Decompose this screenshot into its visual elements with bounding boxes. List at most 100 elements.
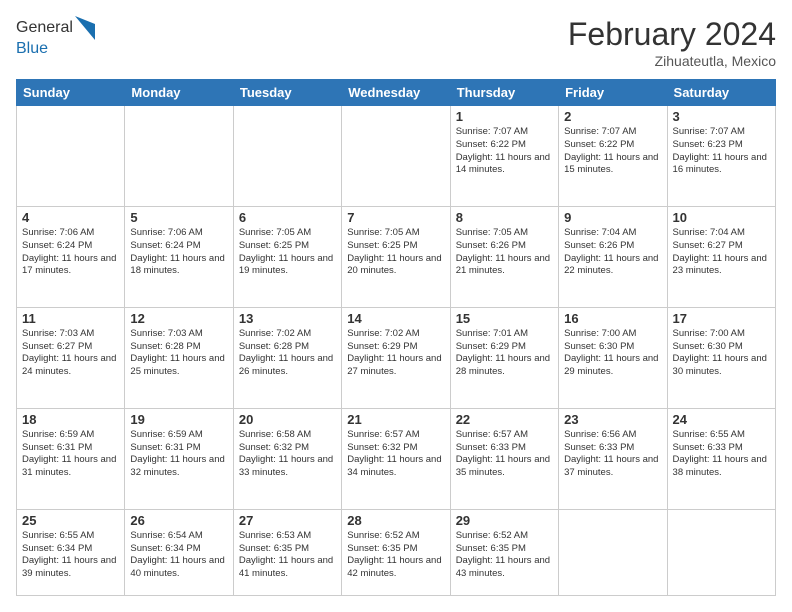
day-header-friday: Friday [559, 80, 667, 106]
day-number: 17 [673, 311, 770, 326]
day-info: Sunrise: 7:01 AM Sunset: 6:29 PM Dayligh… [456, 328, 553, 379]
logo-icon [75, 16, 95, 40]
day-number: 3 [673, 109, 770, 124]
day-number: 23 [564, 412, 661, 427]
calendar-cell: 9Sunrise: 7:04 AM Sunset: 6:26 PM Daylig… [559, 206, 667, 307]
day-number: 21 [347, 412, 444, 427]
day-info: Sunrise: 7:03 AM Sunset: 6:28 PM Dayligh… [130, 328, 227, 379]
calendar-cell: 14 Sunrise: 7:02 AM Sunset: 6:29 PM Dayli… [342, 307, 450, 408]
day-number: 5 [130, 210, 227, 225]
day-number: 15 [456, 311, 553, 326]
calendar-cell: 27 Sunrise: 6:53 AM Sunset: 6:35 PM Dayli… [233, 509, 341, 595]
day-info: Sunrise: 7:00 AM Sunset: 6:30 PM Dayligh… [673, 328, 770, 379]
day-info: Sunrise: 7:04 AM Sunset: 6:27 PM Dayligh… [673, 227, 770, 278]
day-number: 26 [130, 513, 227, 528]
logo: General Blue [16, 16, 95, 58]
day-header-tuesday: Tuesday [233, 80, 341, 106]
title-block: February 2024 Zihuateutla, Mexico [568, 16, 776, 69]
calendar-cell: 4 Sunrise: 7:06 AM Sunset: 6:24 PM Daylig… [17, 206, 125, 307]
day-info: Sunrise: 7:02 AM Sunset: 6:28 PM Dayligh… [239, 328, 336, 379]
calendar-cell: 7Sunrise: 7:05 AM Sunset: 6:25 PM Daylig… [342, 206, 450, 307]
week-row-1: 4 Sunrise: 7:06 AM Sunset: 6:24 PM Daylig… [17, 206, 776, 307]
calendar-cell: 11 Sunrise: 7:03 AM Sunset: 6:27 PM Dayli… [17, 307, 125, 408]
day-info: Sunrise: 7:05 AM Sunset: 6:25 PM Dayligh… [239, 227, 336, 278]
calendar-cell: 18Sunrise: 6:59 AM Sunset: 6:31 PM Dayli… [17, 408, 125, 509]
day-number: 29 [456, 513, 553, 528]
day-info: Sunrise: 6:53 AM Sunset: 6:35 PM Dayligh… [239, 530, 336, 581]
calendar-cell: 23 Sunrise: 6:56 AM Sunset: 6:33 PM Dayli… [559, 408, 667, 509]
day-info: Sunrise: 6:57 AM Sunset: 6:32 PM Dayligh… [347, 429, 444, 480]
day-number: 1 [456, 109, 553, 124]
day-info: Sunrise: 6:54 AM Sunset: 6:34 PM Dayligh… [130, 530, 227, 581]
day-number: 16 [564, 311, 661, 326]
day-info: Sunrise: 7:06 AM Sunset: 6:24 PM Dayligh… [130, 227, 227, 278]
week-row-3: 18Sunrise: 6:59 AM Sunset: 6:31 PM Dayli… [17, 408, 776, 509]
calendar-cell [667, 509, 775, 595]
week-row-0: 1 Sunrise: 7:07 AM Sunset: 6:22 PM Daylig… [17, 106, 776, 207]
header: General Blue February 2024 Zihuateutla, … [16, 16, 776, 69]
day-number: 22 [456, 412, 553, 427]
day-number: 27 [239, 513, 336, 528]
day-number: 28 [347, 513, 444, 528]
month-year: February 2024 [568, 16, 776, 53]
day-info: Sunrise: 7:02 AM Sunset: 6:29 PM Dayligh… [347, 328, 444, 379]
day-info: Sunrise: 7:05 AM Sunset: 6:26 PM Dayligh… [456, 227, 553, 278]
calendar-cell: 17 Sunrise: 7:00 AM Sunset: 6:30 PM Dayli… [667, 307, 775, 408]
calendar-cell [233, 106, 341, 207]
calendar-cell: 21 Sunrise: 6:57 AM Sunset: 6:32 PM Dayli… [342, 408, 450, 509]
day-info: Sunrise: 7:03 AM Sunset: 6:27 PM Dayligh… [22, 328, 119, 379]
day-info: Sunrise: 6:58 AM Sunset: 6:32 PM Dayligh… [239, 429, 336, 480]
calendar-cell: 12 Sunrise: 7:03 AM Sunset: 6:28 PM Dayli… [125, 307, 233, 408]
calendar-table: SundayMondayTuesdayWednesdayThursdayFrid… [16, 79, 776, 596]
week-row-4: 25 Sunrise: 6:55 AM Sunset: 6:34 PM Dayli… [17, 509, 776, 595]
week-row-2: 11 Sunrise: 7:03 AM Sunset: 6:27 PM Dayli… [17, 307, 776, 408]
location: Zihuateutla, Mexico [568, 53, 776, 69]
day-info: Sunrise: 6:59 AM Sunset: 6:31 PM Dayligh… [22, 429, 119, 480]
day-info: Sunrise: 6:55 AM Sunset: 6:34 PM Dayligh… [22, 530, 119, 581]
day-info: Sunrise: 7:07 AM Sunset: 6:22 PM Dayligh… [456, 126, 553, 177]
day-number: 24 [673, 412, 770, 427]
calendar-cell [342, 106, 450, 207]
logo-general-text: General [16, 19, 73, 37]
calendar-cell [125, 106, 233, 207]
day-number: 10 [673, 210, 770, 225]
calendar-cell: 28Sunrise: 6:52 AM Sunset: 6:35 PM Dayli… [342, 509, 450, 595]
calendar-header-row: SundayMondayTuesdayWednesdayThursdayFrid… [17, 80, 776, 106]
day-info: Sunrise: 7:06 AM Sunset: 6:24 PM Dayligh… [22, 227, 119, 278]
calendar-cell: 24 Sunrise: 6:55 AM Sunset: 6:33 PM Dayli… [667, 408, 775, 509]
calendar-cell: 10 Sunrise: 7:04 AM Sunset: 6:27 PM Dayli… [667, 206, 775, 307]
calendar-cell: 22Sunrise: 6:57 AM Sunset: 6:33 PM Dayli… [450, 408, 558, 509]
day-number: 25 [22, 513, 119, 528]
day-info: Sunrise: 6:52 AM Sunset: 6:35 PM Dayligh… [456, 530, 553, 581]
day-number: 14 [347, 311, 444, 326]
day-number: 20 [239, 412, 336, 427]
day-number: 7 [347, 210, 444, 225]
day-info: Sunrise: 7:07 AM Sunset: 6:23 PM Dayligh… [673, 126, 770, 177]
calendar-cell: 29 Sunrise: 6:52 AM Sunset: 6:35 PM Dayli… [450, 509, 558, 595]
day-number: 2 [564, 109, 661, 124]
day-info: Sunrise: 6:55 AM Sunset: 6:33 PM Dayligh… [673, 429, 770, 480]
calendar-cell: 2 Sunrise: 7:07 AM Sunset: 6:22 PM Daylig… [559, 106, 667, 207]
calendar-cell: 8 Sunrise: 7:05 AM Sunset: 6:26 PM Daylig… [450, 206, 558, 307]
day-header-monday: Monday [125, 80, 233, 106]
calendar-cell: 19 Sunrise: 6:59 AM Sunset: 6:31 PM Dayli… [125, 408, 233, 509]
day-number: 4 [22, 210, 119, 225]
day-info: Sunrise: 6:59 AM Sunset: 6:31 PM Dayligh… [130, 429, 227, 480]
day-number: 19 [130, 412, 227, 427]
calendar-cell: 13 Sunrise: 7:02 AM Sunset: 6:28 PM Dayli… [233, 307, 341, 408]
page: General Blue February 2024 Zihuateutla, … [0, 0, 792, 612]
day-info: Sunrise: 6:56 AM Sunset: 6:33 PM Dayligh… [564, 429, 661, 480]
day-header-sunday: Sunday [17, 80, 125, 106]
day-number: 8 [456, 210, 553, 225]
calendar-cell: 25 Sunrise: 6:55 AM Sunset: 6:34 PM Dayli… [17, 509, 125, 595]
day-info: Sunrise: 7:07 AM Sunset: 6:22 PM Dayligh… [564, 126, 661, 177]
day-header-thursday: Thursday [450, 80, 558, 106]
day-info: Sunrise: 7:00 AM Sunset: 6:30 PM Dayligh… [564, 328, 661, 379]
day-number: 13 [239, 311, 336, 326]
calendar-cell: 16 Sunrise: 7:00 AM Sunset: 6:30 PM Dayli… [559, 307, 667, 408]
calendar-cell: 1 Sunrise: 7:07 AM Sunset: 6:22 PM Daylig… [450, 106, 558, 207]
day-number: 6 [239, 210, 336, 225]
day-number: 12 [130, 311, 227, 326]
day-number: 11 [22, 311, 119, 326]
day-header-wednesday: Wednesday [342, 80, 450, 106]
